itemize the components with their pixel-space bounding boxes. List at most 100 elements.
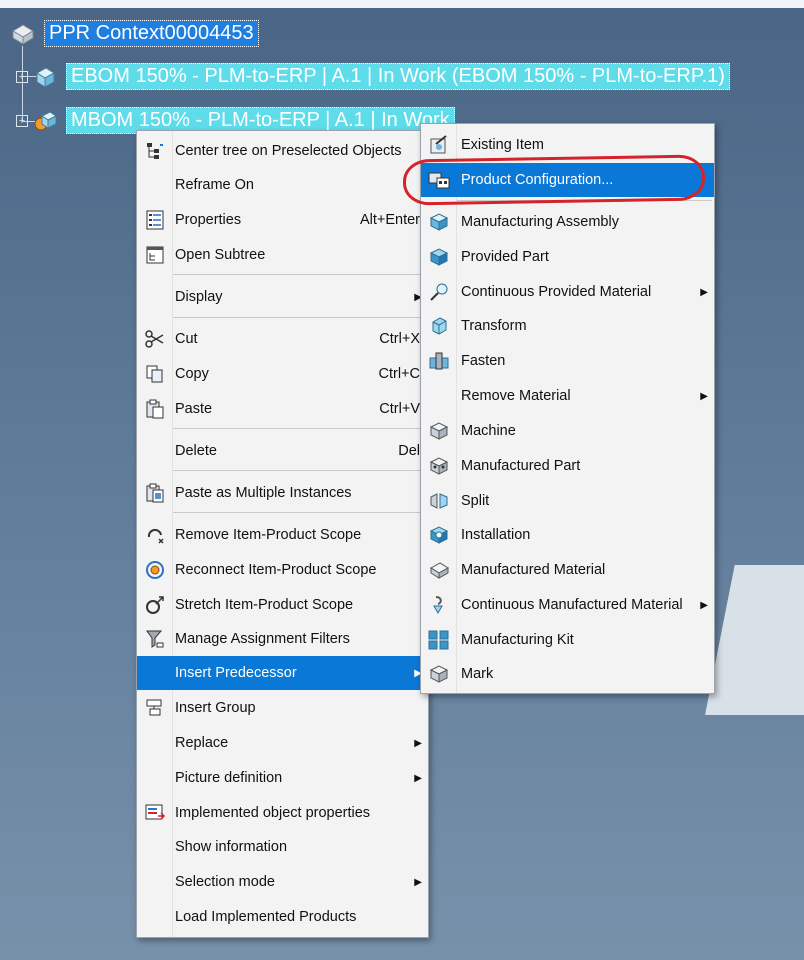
menu-item-label: Display bbox=[175, 289, 223, 305]
menu-separator bbox=[173, 470, 426, 471]
scissors-icon bbox=[143, 327, 167, 351]
menu-item-load-implemented[interactable]: Load Implemented Products bbox=[137, 900, 428, 934]
submenu-item-label: Existing Item bbox=[461, 137, 544, 153]
submenu-item-remove-material[interactable]: Remove Material ▶ bbox=[421, 379, 714, 413]
mark-icon bbox=[427, 662, 451, 686]
manufactured-material-icon bbox=[427, 558, 451, 582]
submenu-item-machine[interactable]: Machine bbox=[421, 414, 714, 448]
submenu-item-label: Split bbox=[461, 493, 490, 509]
menu-item-label: Center tree on Preselected Objects bbox=[175, 143, 402, 159]
menu-item-delete[interactable]: Delete Del bbox=[137, 434, 428, 468]
submenu-item-continuous-manufactured-material[interactable]: Continuous Manufactured Material ▶ bbox=[421, 588, 714, 622]
insert-group-icon bbox=[143, 696, 167, 720]
menu-item-replace[interactable]: Replace ▶ bbox=[137, 726, 428, 760]
submenu-item-provided-part[interactable]: Provided Part bbox=[421, 240, 714, 274]
submenu-item-installation[interactable]: Installation bbox=[421, 518, 714, 552]
submenu-item-label: Manufactured Material bbox=[461, 562, 606, 578]
properties-icon bbox=[143, 208, 167, 232]
menu-item-center-tree[interactable]: Center tree on Preselected Objects bbox=[137, 134, 428, 168]
submenu-item-manufactured-part[interactable]: Manufactured Part bbox=[421, 449, 714, 483]
tree-ebom-row[interactable]: + EBOM 150% - PLM-to-ERP | A.1 | In Work… bbox=[16, 63, 730, 90]
submenu-item-label: Manufacturing Assembly bbox=[461, 214, 619, 230]
copy-icon bbox=[143, 362, 167, 386]
submenu-item-label: Mark bbox=[461, 666, 494, 682]
menu-item-shortcut: Del bbox=[398, 443, 420, 459]
submenu-item-label: Remove Material bbox=[461, 388, 571, 404]
menu-item-label: Insert Group bbox=[175, 700, 256, 716]
split-icon bbox=[427, 489, 451, 513]
submenu-item-continuous-provided-material[interactable]: Continuous Provided Material ▶ bbox=[421, 275, 714, 309]
tree-ebom-label[interactable]: EBOM 150% - PLM-to-ERP | A.1 | In Work (… bbox=[66, 63, 730, 90]
menu-item-label: Delete bbox=[175, 443, 217, 459]
expand-icon[interactable]: + bbox=[16, 70, 28, 83]
submenu-item-label: Installation bbox=[461, 527, 531, 543]
submenu-item-manufacturing-kit[interactable]: Manufacturing Kit bbox=[421, 623, 714, 657]
menu-item-paste-multiple[interactable]: Paste as Multiple Instances bbox=[137, 476, 428, 510]
paste-multiple-icon bbox=[143, 481, 167, 505]
menu-item-label: Remove Item-Product Scope bbox=[175, 527, 362, 543]
submenu-item-transform[interactable]: Transform bbox=[421, 309, 714, 343]
submenu-item-manufacturing-assembly[interactable]: Manufacturing Assembly bbox=[421, 205, 714, 239]
transform-icon bbox=[427, 314, 451, 338]
menu-separator bbox=[173, 428, 426, 429]
menu-item-insert-predecessor[interactable]: Insert Predecessor ▶ bbox=[137, 656, 428, 690]
submenu-item-split[interactable]: Split bbox=[421, 484, 714, 518]
menu-item-properties[interactable]: Properties Alt+Enter bbox=[137, 203, 428, 237]
submenu-item-label: Machine bbox=[461, 423, 516, 439]
submenu-item-label: Transform bbox=[461, 318, 527, 334]
menu-separator bbox=[173, 274, 426, 275]
expand-icon[interactable]: + bbox=[16, 114, 28, 127]
paste-icon bbox=[143, 397, 167, 421]
menu-item-label: Insert Predecessor bbox=[175, 665, 297, 681]
menu-item-reconnect-scope[interactable]: Reconnect Item-Product Scope bbox=[137, 553, 428, 587]
menu-item-remove-scope[interactable]: Remove Item-Product Scope bbox=[137, 518, 428, 552]
menu-item-display[interactable]: Display ▶ bbox=[137, 280, 428, 314]
tree-root-row[interactable]: PPR Context00004453 bbox=[10, 20, 259, 47]
submenu-item-mark[interactable]: Mark bbox=[421, 657, 714, 691]
menu-item-label: Replace bbox=[175, 735, 229, 751]
menu-item-selection-mode[interactable]: Selection mode ▶ bbox=[137, 865, 428, 899]
tree-root-label[interactable]: PPR Context00004453 bbox=[44, 20, 259, 47]
menu-item-shortcut: Ctrl+V bbox=[379, 401, 420, 417]
submenu-item-label: Fasten bbox=[461, 353, 506, 369]
menu-item-show-information[interactable]: Show information bbox=[137, 830, 428, 864]
menu-item-cut[interactable]: Cut Ctrl+X bbox=[137, 322, 428, 356]
ebom-product-icon bbox=[32, 64, 58, 90]
menu-item-label: Paste as Multiple Instances bbox=[175, 485, 352, 501]
menu-item-implemented-properties[interactable]: Implemented object properties bbox=[137, 796, 428, 830]
menu-item-manage-filters[interactable]: Manage Assignment Filters bbox=[137, 622, 428, 656]
annotation-red-circle bbox=[402, 154, 706, 206]
ppr-context-icon bbox=[10, 21, 36, 47]
stretch-scope-icon bbox=[143, 593, 167, 617]
menu-item-paste[interactable]: Paste Ctrl+V bbox=[137, 392, 428, 426]
menu-item-insert-group[interactable]: Insert Group bbox=[137, 691, 428, 725]
menu-separator bbox=[173, 512, 426, 513]
reconnect-scope-icon bbox=[143, 558, 167, 582]
submenu-item-label: Continuous Manufactured Material bbox=[461, 597, 683, 613]
submenu-arrow-icon: ▶ bbox=[414, 772, 422, 784]
menu-item-open-subtree[interactable]: Open Subtree bbox=[137, 238, 428, 272]
menu-item-label: Manage Assignment Filters bbox=[175, 631, 350, 647]
submenu-arrow-icon: ▶ bbox=[414, 876, 422, 888]
menu-item-label: Reframe On bbox=[175, 177, 254, 193]
center-tree-icon bbox=[143, 139, 167, 163]
continuous-manufactured-icon bbox=[427, 593, 451, 617]
submenu-item-manufactured-material[interactable]: Manufactured Material bbox=[421, 553, 714, 587]
menu-item-label: Show information bbox=[175, 839, 288, 855]
menu-item-reframe-on[interactable]: Reframe On bbox=[137, 168, 428, 202]
mbom-assembly-icon bbox=[32, 108, 58, 134]
menu-item-label: Implemented object properties bbox=[175, 805, 371, 821]
menu-item-copy[interactable]: Copy Ctrl+C bbox=[137, 357, 428, 391]
submenu-item-fasten[interactable]: Fasten bbox=[421, 344, 714, 378]
menu-item-stretch-scope[interactable]: Stretch Item-Product Scope bbox=[137, 588, 428, 622]
menu-item-label: Properties bbox=[175, 212, 242, 228]
submenu-arrow-icon: ▶ bbox=[414, 737, 422, 749]
menu-item-label: Cut bbox=[175, 331, 198, 347]
menu-item-shortcut: Ctrl+X bbox=[379, 331, 420, 347]
menu-item-label: Load Implemented Products bbox=[175, 909, 357, 925]
fasten-icon bbox=[427, 349, 451, 373]
open-subtree-icon bbox=[143, 243, 167, 267]
menu-item-picture-definition[interactable]: Picture definition ▶ bbox=[137, 761, 428, 795]
submenu-arrow-icon: ▶ bbox=[700, 599, 708, 611]
menu-item-label: Picture definition bbox=[175, 770, 283, 786]
